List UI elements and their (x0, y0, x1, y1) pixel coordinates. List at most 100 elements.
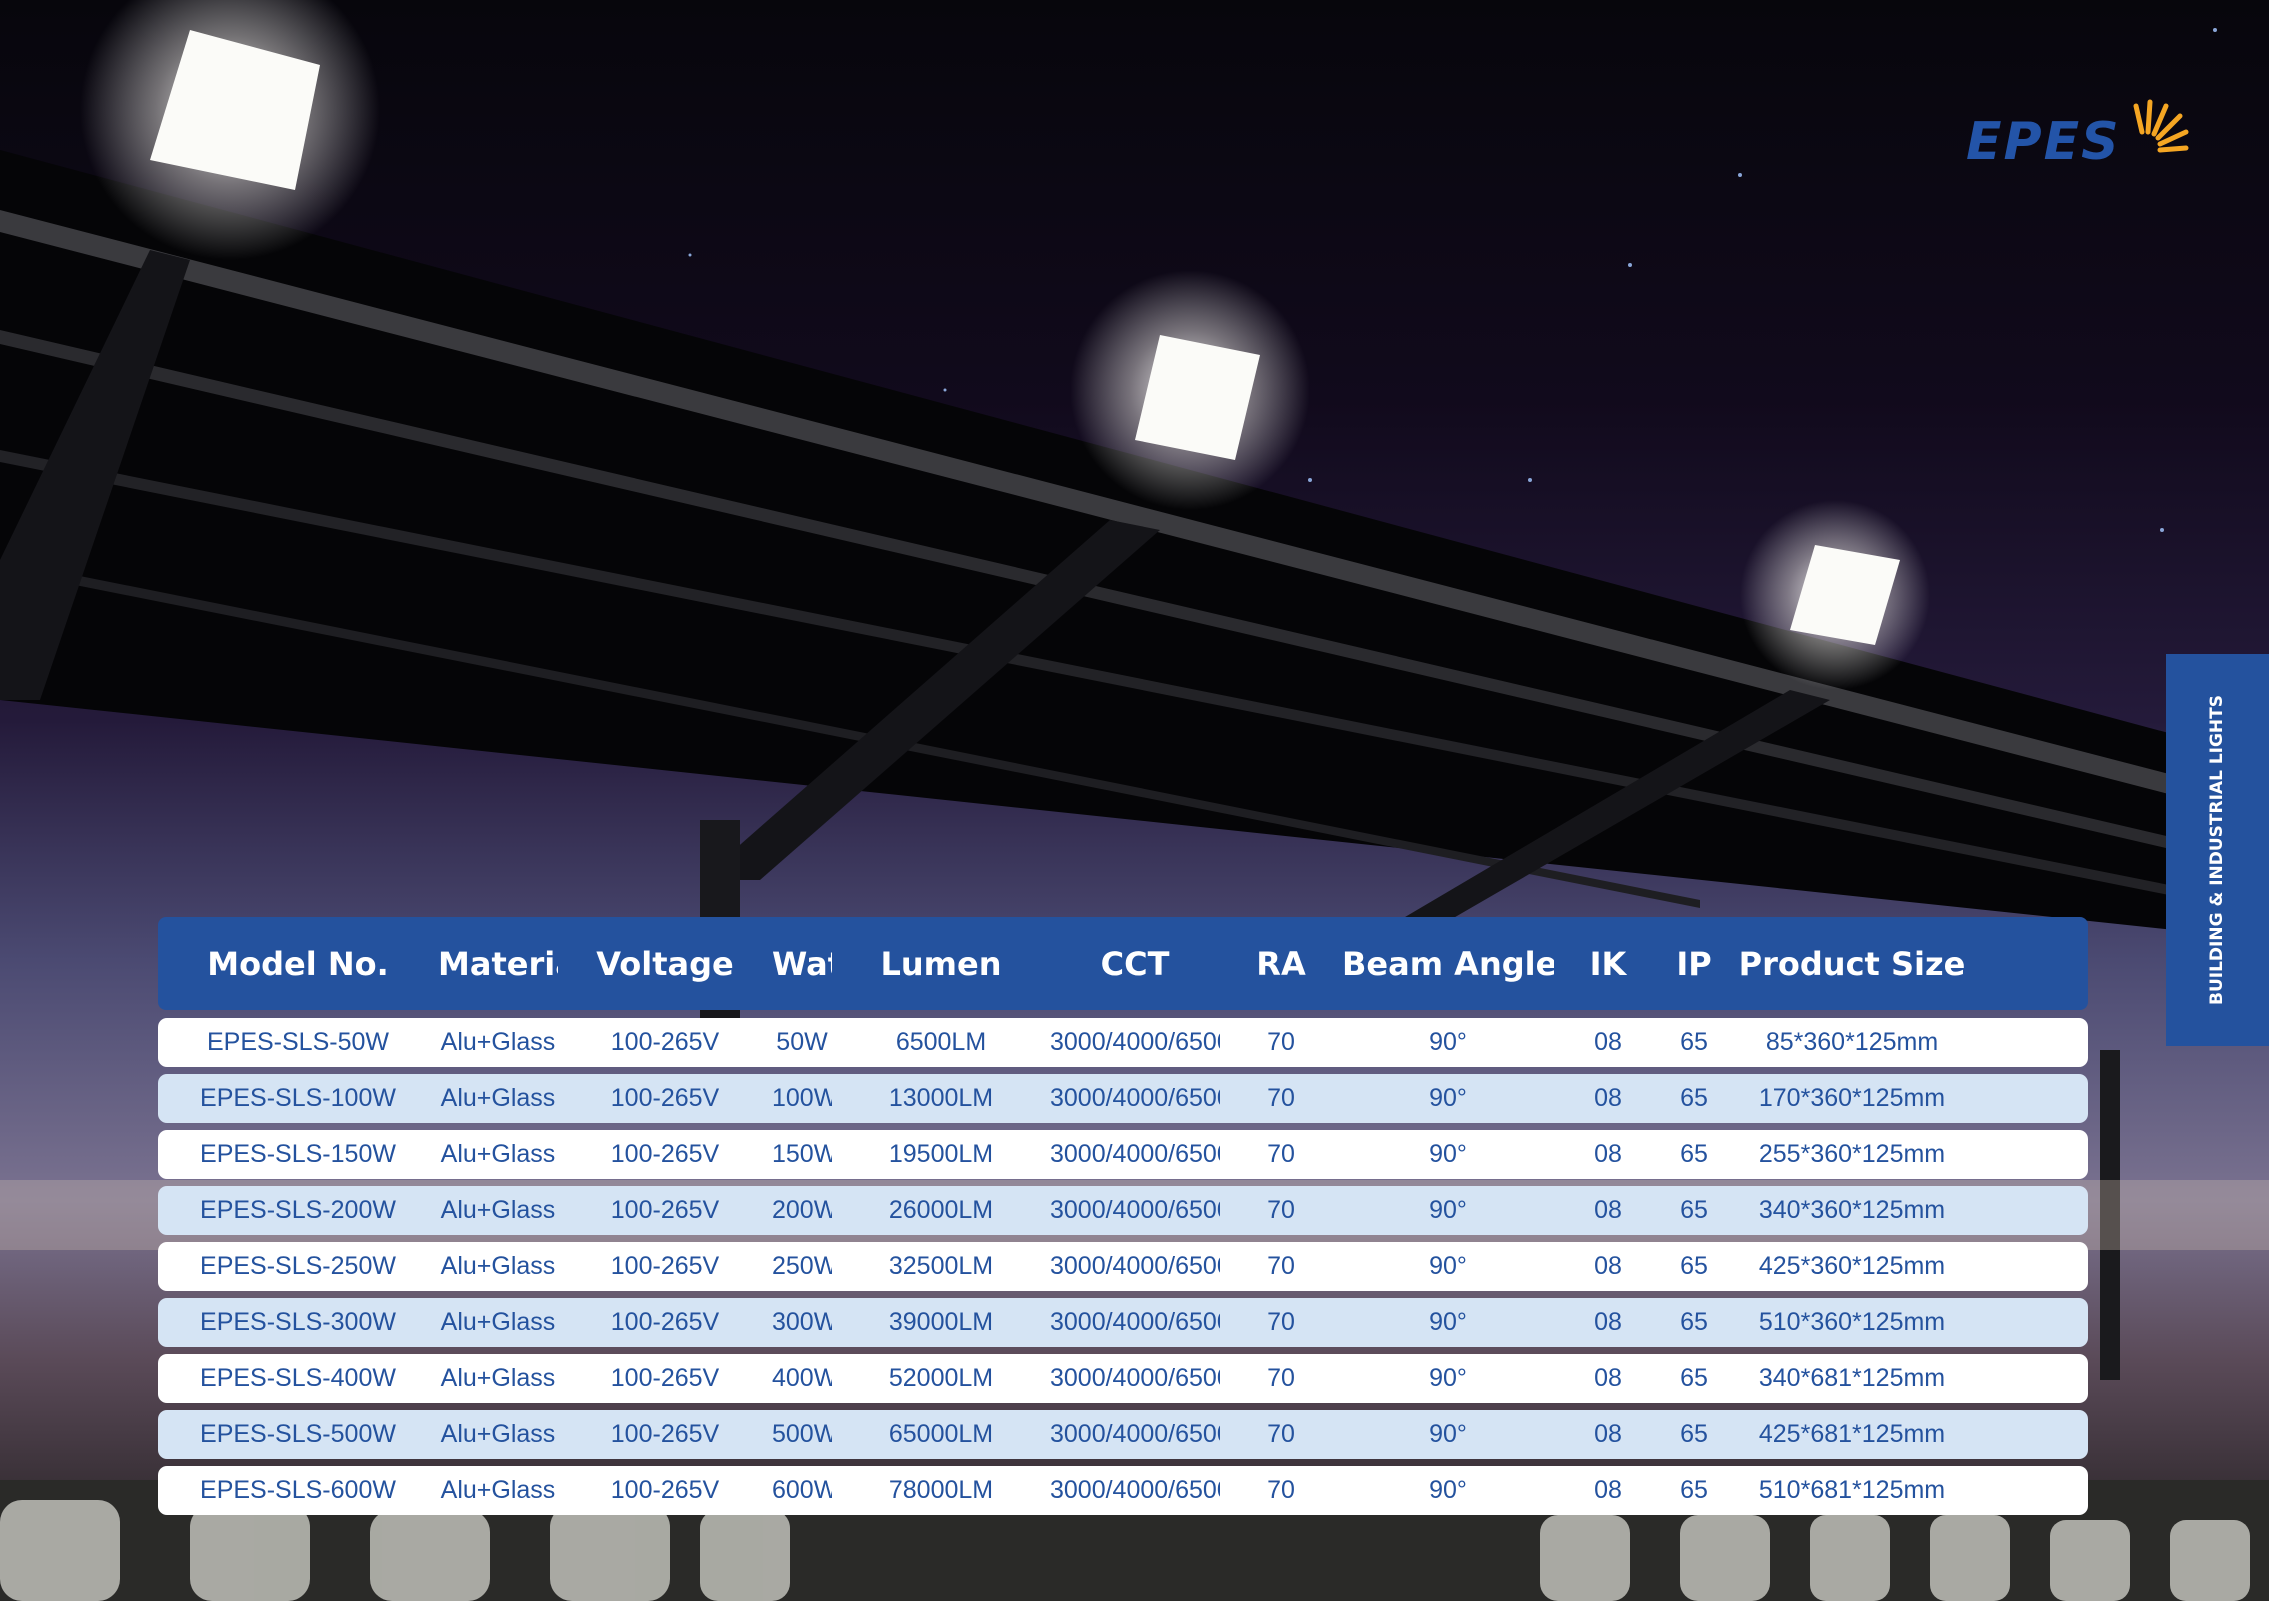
table-cell: EPES-SLS-50W (206, 1028, 389, 1056)
table-row: EPES-SLS-300W Alu+Glass 100-265V 300W 39000L… (158, 1298, 2088, 1347)
table-cell: Alu+Glass (440, 1196, 556, 1224)
column-header: RA (1256, 944, 1306, 983)
column-header: Model No. (207, 944, 389, 983)
table-cell: 08 (1594, 1476, 1622, 1504)
column-header: Product Size (1738, 944, 1966, 983)
table-cell: Alu+Glass (440, 1476, 556, 1504)
table-cell: 100-265V (610, 1476, 720, 1504)
table-cell: 13000LM (888, 1084, 994, 1112)
table-cell: 70 (1267, 1364, 1295, 1392)
table-cell: 65 (1680, 1196, 1708, 1224)
table-cell: 100-265V (610, 1308, 720, 1336)
table-cell: Alu+Glass (440, 1140, 556, 1168)
table-cell: 70 (1267, 1420, 1295, 1448)
table-cell: 3000/4000/6500K (1050, 1252, 1220, 1280)
column-header: Material (438, 944, 558, 983)
table-cell: 425*360*125mm (1758, 1252, 1946, 1280)
table-cell: 08 (1594, 1252, 1622, 1280)
table-cell: 08 (1594, 1364, 1622, 1392)
table-cell: 65 (1680, 1084, 1708, 1112)
table-cell: 65 (1680, 1140, 1708, 1168)
table-cell: 200W (772, 1196, 832, 1224)
table-cell: 70 (1267, 1476, 1295, 1504)
table-cell: 500W (772, 1420, 832, 1448)
epes-logo: EPES (1966, 92, 2196, 172)
table-row: EPES-SLS-400W Alu+Glass 100-265V 400W 52000L… (158, 1354, 2088, 1403)
table-cell: 26000LM (888, 1196, 994, 1224)
table-cell: Alu+Glass (440, 1252, 556, 1280)
table-cell: Alu+Glass (440, 1420, 556, 1448)
column-header: IK (1589, 944, 1627, 983)
table-cell: EPES-SLS-600W (200, 1476, 396, 1504)
table-body: EPES-SLS-50W Alu+Glass 100-265V 50W 6500LM 30… (158, 1018, 2088, 1515)
table-cell: 08 (1594, 1140, 1622, 1168)
table-cell: 70 (1267, 1084, 1295, 1112)
table-cell: EPES-SLS-150W (200, 1140, 396, 1168)
table-cell: EPES-SLS-250W (200, 1252, 396, 1280)
table-cell: 70 (1267, 1196, 1295, 1224)
table-cell: EPES-SLS-100W (200, 1084, 396, 1112)
table-cell: EPES-SLS-400W (200, 1364, 396, 1392)
table-cell: 52000LM (888, 1364, 994, 1392)
table-cell: 90° (1429, 1196, 1467, 1224)
section-tab: BUILDING & INDUSTRIAL LIGHTS (2166, 654, 2269, 1046)
table-cell: 510*360*125mm (1758, 1308, 1946, 1336)
table-cell: 50W (776, 1028, 828, 1056)
table-cell: Alu+Glass (440, 1084, 556, 1112)
table-cell: 08 (1594, 1308, 1622, 1336)
table-cell: 3000/4000/6500K (1050, 1140, 1220, 1168)
table-cell: 70 (1267, 1140, 1295, 1168)
table-cell: 08 (1594, 1028, 1622, 1056)
table-cell: 100-265V (610, 1252, 720, 1280)
table-cell: 90° (1429, 1028, 1467, 1056)
table-cell: 90° (1429, 1084, 1467, 1112)
table-row: EPES-SLS-150W Alu+Glass 100-265V 150W 19500L… (158, 1130, 2088, 1179)
table-cell: 6500LM (895, 1028, 987, 1056)
table-cell: 32500LM (888, 1252, 994, 1280)
table-cell: 300W (772, 1308, 832, 1336)
table-cell: 08 (1594, 1196, 1622, 1224)
table-cell: 65 (1680, 1308, 1708, 1336)
table-cell: 600W (772, 1476, 832, 1504)
table-cell: 70 (1267, 1308, 1295, 1336)
table-cell: Alu+Glass (440, 1364, 556, 1392)
sun-rays-icon (2133, 99, 2189, 153)
table-cell: 90° (1429, 1308, 1467, 1336)
table-cell: 100-265V (610, 1420, 720, 1448)
table-cell: 3000/4000/6500K (1050, 1028, 1220, 1056)
table-cell: 100-265V (610, 1028, 720, 1056)
table-cell: 3000/4000/6500K (1050, 1084, 1220, 1112)
table-cell: 3000/4000/6500K (1050, 1308, 1220, 1336)
table-cell: 90° (1429, 1252, 1467, 1280)
catalog-page: EPES BUILDING & INDUSTRIAL LIGHTS Model … (0, 0, 2269, 1601)
table-cell: 65000LM (888, 1420, 994, 1448)
table-cell: 65 (1680, 1476, 1708, 1504)
table-cell: EPES-SLS-300W (200, 1308, 396, 1336)
table-cell: 90° (1429, 1476, 1467, 1504)
table-cell: 510*681*125mm (1758, 1476, 1946, 1504)
table-header: Model No. Material Voltage Watt Lumen CCT RA Be… (158, 917, 2088, 1010)
table-row: EPES-SLS-500W Alu+Glass 100-265V 500W 65000L… (158, 1410, 2088, 1459)
table-cell: 170*360*125mm (1758, 1084, 1946, 1112)
table-cell: 425*681*125mm (1758, 1420, 1946, 1448)
table-cell: 100-265V (610, 1140, 720, 1168)
table-cell: 65 (1680, 1252, 1708, 1280)
column-header: Lumen (880, 944, 1002, 983)
table-cell: 70 (1267, 1252, 1295, 1280)
table-cell: 255*360*125mm (1758, 1140, 1946, 1168)
table-cell: Alu+Glass (440, 1308, 556, 1336)
table-row: EPES-SLS-50W Alu+Glass 100-265V 50W 6500LM 30… (158, 1018, 2088, 1067)
table-cell: 150W (772, 1140, 832, 1168)
logo-text: EPES (1966, 112, 2121, 172)
table-cell: 19500LM (888, 1140, 994, 1168)
table-cell: 78000LM (888, 1476, 994, 1504)
column-header: CCT (1100, 944, 1170, 983)
table-cell: 90° (1429, 1420, 1467, 1448)
table-row: EPES-SLS-200W Alu+Glass 100-265V 200W 26000L… (158, 1186, 2088, 1235)
table-cell: 100-265V (610, 1196, 720, 1224)
table-cell: EPES-SLS-500W (200, 1420, 396, 1448)
table-cell: 90° (1429, 1364, 1467, 1392)
table-cell: 3000/4000/6500K (1050, 1196, 1220, 1224)
table-cell: 08 (1594, 1420, 1622, 1448)
table-cell: 340*360*125mm (1758, 1196, 1946, 1224)
